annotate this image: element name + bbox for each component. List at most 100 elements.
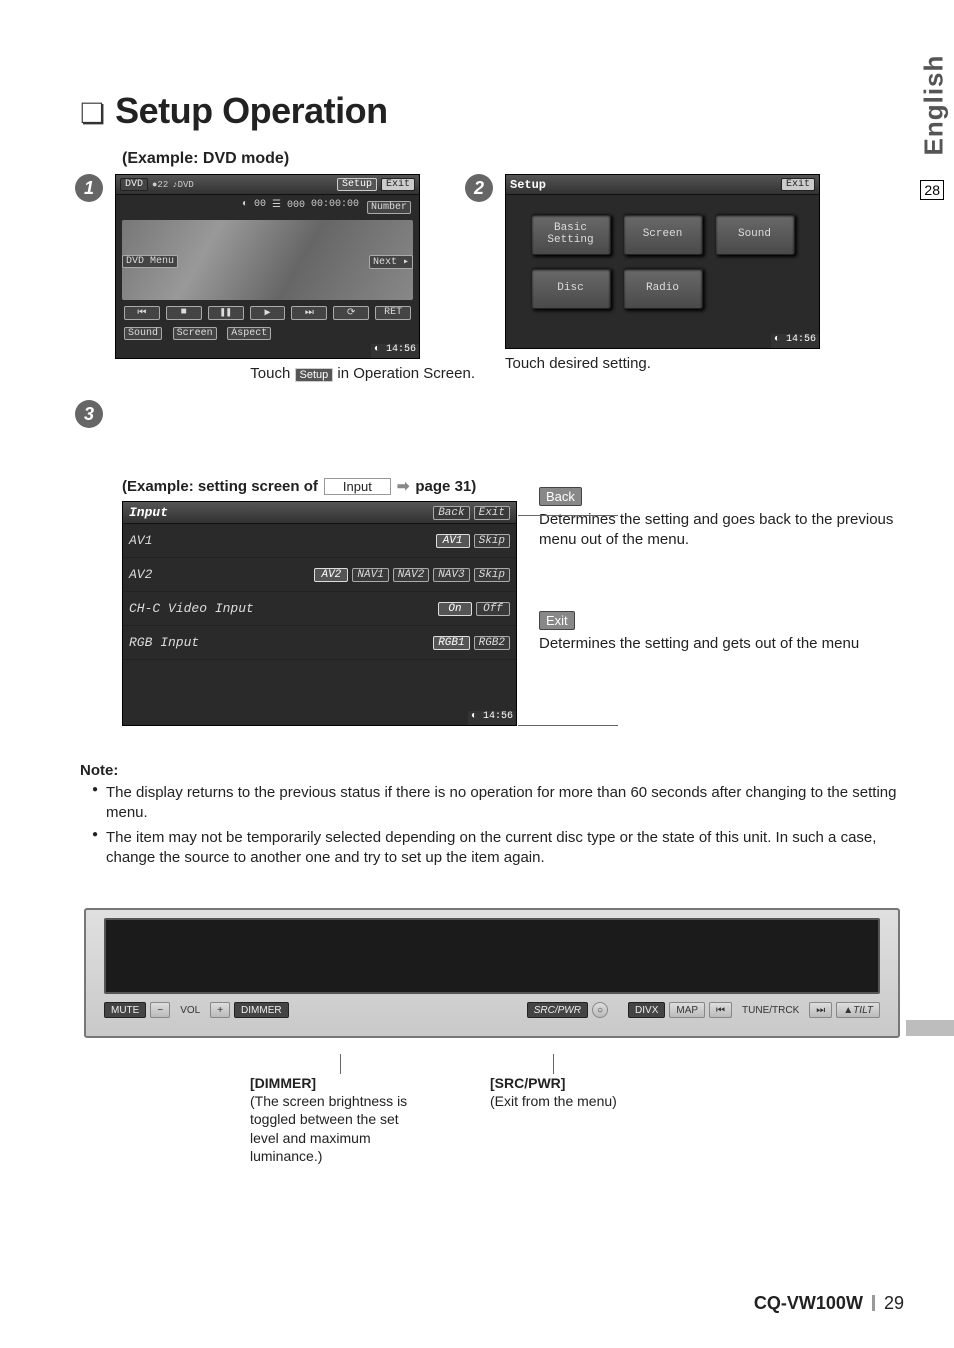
av2-skip-button[interactable]: Skip — [474, 568, 510, 582]
input-setting-screen: Input Back Exit AV1 AV1 Skip — [122, 501, 517, 726]
device-front-panel: MUTE − VOL + DIMMER SRC/PWR ○ DIVX MAP ⏮… — [84, 908, 900, 1038]
loop-button[interactable]: ⟳ — [333, 306, 369, 320]
dimmer-legend-text: (The screen brightness is toggled betwee… — [250, 1092, 430, 1165]
pause-button[interactable]: ❚❚ — [208, 306, 244, 320]
back-connector-line — [518, 515, 618, 516]
tune-label: TUNE/TRCK — [736, 1002, 805, 1018]
eject-round-button[interactable]: ○ — [592, 1002, 608, 1018]
vol-label: VOL — [174, 1002, 206, 1018]
tune-next-button[interactable]: ⏭ — [809, 1002, 832, 1018]
setup-menu-screen: Setup Exit Basic Setting Screen Sound Di… — [505, 174, 820, 349]
side-tab: English 28 — [914, 80, 954, 111]
mute-button[interactable]: MUTE — [104, 1002, 146, 1018]
av2-nav3-button[interactable]: NAV3 — [433, 568, 469, 582]
src-leader-line — [553, 1054, 554, 1074]
oss-indicator: ●22 — [152, 180, 168, 190]
next-button[interactable]: Next ▸ — [369, 255, 413, 269]
footer-divider — [872, 1295, 875, 1311]
aspect-button[interactable]: Aspect — [227, 327, 271, 340]
page-footer: CQ-VW100W 29 — [754, 1293, 904, 1314]
exit-button[interactable]: Exit — [381, 178, 415, 191]
vol-down-button[interactable]: − — [150, 1002, 170, 1018]
rgb1-button[interactable]: RGB1 — [433, 636, 469, 650]
cap1-pre: Touch — [250, 365, 294, 382]
screen-tile[interactable]: Screen — [623, 213, 703, 255]
tune-prev-button[interactable]: ⏮ — [709, 1002, 732, 1018]
sound-button[interactable]: Sound — [124, 327, 162, 340]
back-tag: Back — [539, 487, 582, 506]
av2-av2-button[interactable]: AV2 — [314, 568, 348, 582]
vol-up-button[interactable]: + — [210, 1002, 230, 1018]
input-title: Input — [129, 505, 168, 520]
step1-caption: Touch Setup in Operation Screen. — [115, 365, 475, 382]
tilt-button[interactable]: ▲TILT — [836, 1002, 880, 1018]
av2-nav2-button[interactable]: NAV2 — [393, 568, 429, 582]
title-indicator: ☰ 000 — [272, 199, 305, 216]
note-item-1: The display returns to the previous stat… — [92, 783, 904, 824]
arrow-icon: ➡ — [397, 477, 410, 495]
next-track-button[interactable]: ⏭ — [291, 306, 327, 320]
setup-exit-button[interactable]: Exit — [781, 178, 815, 191]
exit-connector-line — [518, 725, 618, 726]
note-dvd-icon: ♪DVD — [172, 180, 194, 190]
screen-button[interactable]: Screen — [173, 327, 217, 340]
play-button[interactable]: ▶ — [250, 306, 286, 320]
dvd-menu-button[interactable]: DVD Menu — [122, 255, 178, 268]
dimmer-legend-title: [DIMMER] — [250, 1074, 430, 1092]
note-block: Note: The display returns to the previou… — [80, 762, 904, 868]
chapter-indicator: ◐ 00 — [242, 199, 266, 216]
step-badge-1: 1 — [75, 174, 103, 202]
stop-button[interactable]: ■ — [166, 306, 202, 320]
chc-label: CH-C Video Input — [129, 601, 254, 616]
dvd-operation-screen: DVD ●22 ♪DVD Setup Exit ◐ 00 ☰ 000 00:00… — [115, 174, 420, 359]
src-legend-title: [SRC/PWR] — [490, 1074, 617, 1092]
dimmer-button[interactable]: DIMMER — [234, 1002, 289, 1018]
map-button[interactable]: MAP — [669, 1002, 705, 1018]
edge-tab-mark — [906, 1020, 954, 1036]
device-lcd — [104, 918, 880, 994]
model-number: CQ-VW100W — [754, 1293, 863, 1313]
page-title: Setup Operation — [115, 90, 388, 132]
prev-track-button[interactable]: ⏮ — [124, 306, 160, 320]
step3-pre: (Example: setting screen of — [122, 478, 318, 495]
av1-label: AV1 — [129, 533, 152, 548]
rgb2-button[interactable]: RGB2 — [474, 636, 510, 650]
note-item-2: The item may not be temporarily selected… — [92, 828, 904, 869]
av1-av1-button[interactable]: AV1 — [436, 534, 470, 548]
language-tab: English — [919, 116, 950, 156]
chc-on-button[interactable]: On — [438, 602, 472, 616]
basic-setting-tile[interactable]: Basic Setting — [531, 213, 611, 255]
divx-button[interactable]: DIVX — [628, 1002, 665, 1018]
exit-description: Determines the setting and gets out of t… — [539, 634, 904, 654]
time-indicator: 00:00:00 — [311, 199, 359, 216]
av1-skip-button[interactable]: Skip — [474, 534, 510, 548]
page-number: 29 — [884, 1293, 904, 1313]
sound-tile[interactable]: Sound — [715, 213, 795, 255]
clock-2: ◐ 14:56 — [771, 334, 819, 348]
src-legend-text: (Exit from the menu) — [490, 1092, 617, 1110]
input-back-button[interactable]: Back — [433, 506, 469, 520]
cap1-setup-tag: Setup — [295, 368, 334, 382]
av2-label: AV2 — [129, 567, 152, 582]
back-description: Determines the setting and goes back to … — [539, 510, 904, 551]
av2-nav1-button[interactable]: NAV1 — [352, 568, 388, 582]
step3-post: page 31) — [415, 478, 476, 495]
step-badge-2: 2 — [465, 174, 493, 202]
radio-tile[interactable]: Radio — [623, 267, 703, 309]
src-pwr-button[interactable]: SRC/PWR — [527, 1002, 588, 1018]
note-title: Note: — [80, 762, 118, 779]
number-button[interactable]: Number — [367, 201, 411, 214]
clock-1: ◐ 14:56 — [371, 344, 419, 358]
title-bullet-icon: ❏ — [80, 97, 105, 130]
return-button[interactable]: RET — [375, 306, 411, 320]
chc-off-button[interactable]: Off — [476, 602, 510, 616]
cap1-post: in Operation Screen. — [337, 365, 475, 382]
step-badge-3: 3 — [75, 400, 103, 428]
setup-button[interactable]: Setup — [337, 178, 377, 191]
input-exit-button[interactable]: Exit — [474, 506, 510, 520]
toc-page-box: 28 — [920, 180, 944, 200]
exit-tag: Exit — [539, 611, 575, 630]
page-title-row: ❏ Setup Operation — [80, 90, 904, 132]
disc-tile[interactable]: Disc — [531, 267, 611, 309]
step3-header: (Example: setting screen of Input ➡ page… — [122, 477, 517, 495]
